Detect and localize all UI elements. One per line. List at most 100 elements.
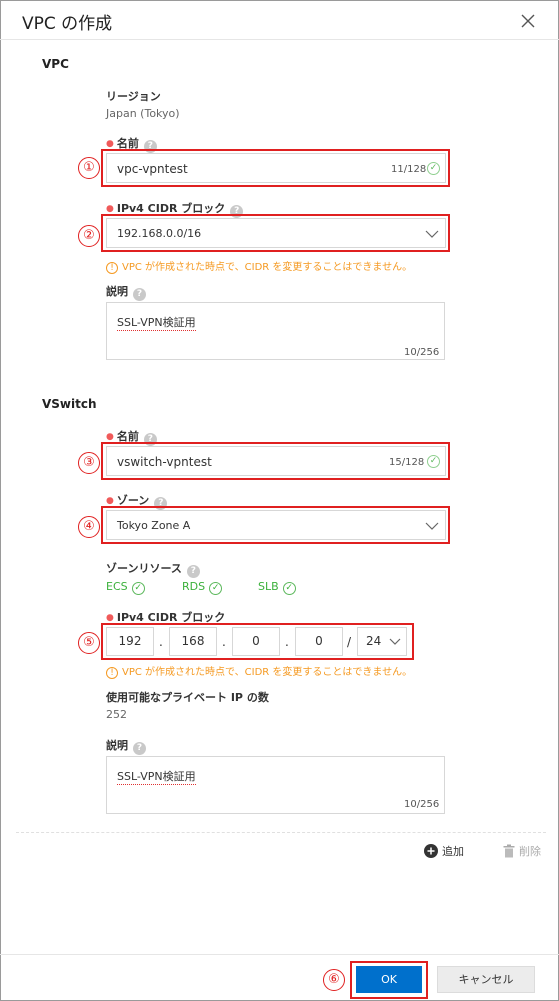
zone-label: ● ゾーン? [106, 492, 168, 510]
vswitch-name-value: vswitch-vpntest [117, 455, 212, 469]
cidr-octet-1-input[interactable]: 192 [106, 627, 154, 656]
vswitch-name-input[interactable]: vswitch-vpntest 15/128 ✓ [106, 446, 446, 476]
annotation-number-1: ① [78, 157, 100, 179]
zone-label-text: ゾーン [116, 494, 150, 507]
cidr-octet-2-input[interactable]: 168 [169, 627, 217, 656]
vpc-name-value: vpc-vpntest [117, 162, 188, 176]
warning-icon: ! [106, 667, 118, 679]
vpc-cidr-warning-text: VPC が作成された時点で、CIDR を変更することはできません。 [122, 262, 413, 273]
delete-button-label: 削除 [519, 845, 541, 858]
available-ip-value: 252 [106, 708, 127, 721]
vpc-name-count: 11/128 [391, 164, 427, 175]
cidr-octet-4-input[interactable]: 0 [295, 627, 343, 656]
vswitch-cidr-label: ● IPv4 CIDR ブロック [106, 609, 225, 625]
vswitch-name-count: 15/128 [389, 457, 425, 468]
vpc-cidr-value: 192.168.0.0/16 [117, 227, 202, 240]
zone-resources-label-text: ゾーンリソース [106, 562, 182, 575]
vswitch-cidr-warning: ! VPC が作成された時点で、CIDR を変更することはできません。 [106, 663, 412, 679]
check-circle-icon: ✓ [131, 582, 145, 595]
vpc-name-label: ● 名前? [106, 135, 157, 153]
cidr-mask-select[interactable]: 24 [357, 627, 407, 656]
vpc-desc-label-text: 説明 [106, 285, 128, 298]
vpc-cidr-label: ● IPv4 CIDR ブロック? [106, 200, 244, 218]
help-icon[interactable]: ? [133, 288, 146, 301]
zone-resource-slb-label: SLB [258, 580, 279, 593]
dialog-footer [0, 954, 559, 955]
add-button-label: 追加 [442, 845, 464, 858]
trash-icon [503, 844, 515, 858]
help-icon[interactable]: ? [143, 140, 157, 153]
vswitch-desc-count: 10/256 [404, 799, 440, 810]
vpc-section-title: VPC [42, 57, 69, 71]
vswitch-desc-label: 説明? [106, 737, 146, 755]
zone-resource-rds: RDS ✓ [182, 580, 223, 595]
dialog-title: VPC の作成 [22, 14, 113, 34]
cidr-mask-value: 24 [366, 634, 382, 648]
vpc-desc-value: SSL-VPN検証用 [117, 316, 196, 331]
vswitch-desc-value: SSL-VPN検証用 [117, 770, 196, 785]
required-marker: ● [106, 139, 114, 149]
annotation-number-2: ② [78, 225, 100, 247]
add-button[interactable]: 追加 [424, 843, 464, 859]
zone-resource-ecs-label: ECS [106, 580, 128, 593]
close-icon[interactable] [518, 11, 538, 31]
annotation-number-6: ⑥ [323, 969, 345, 991]
plus-circle-icon [424, 844, 438, 858]
vswitch-cidr-warning-text: VPC が作成された時点で、CIDR を変更することはできません。 [122, 667, 413, 678]
cidr-dot-2: . [222, 635, 226, 649]
vpc-cidr-label-text: IPv4 CIDR ブロック [116, 202, 226, 215]
zone-resource-slb: SLB ✓ [258, 580, 296, 595]
region-label: リージョン [106, 90, 161, 103]
vswitch-section-title: VSwitch [42, 397, 97, 411]
vswitch-name-label-text: 名前 [116, 430, 139, 443]
vpc-name-input[interactable]: vpc-vpntest 11/128 ✓ [106, 153, 446, 183]
check-circle-icon: ✓ [282, 582, 296, 595]
delete-button[interactable]: 削除 [503, 843, 541, 859]
required-marker: ● [106, 204, 114, 214]
region-value: Japan (Tokyo) [106, 107, 180, 120]
valid-check-icon: ✓ [427, 455, 440, 468]
zone-resource-rds-label: RDS [182, 580, 206, 593]
warning-icon: ! [106, 262, 118, 274]
required-marker: ● [106, 496, 114, 506]
annotation-number-3: ③ [78, 452, 100, 474]
cancel-button[interactable]: キャンセル [437, 966, 535, 993]
chevron-down-icon [425, 230, 439, 238]
chevron-down-icon [389, 638, 401, 645]
cidr-dot-3: . [285, 635, 289, 649]
cidr-dot-1: . [159, 635, 163, 649]
vpc-name-label-text: 名前 [116, 137, 139, 150]
vpc-cidr-warning: ! VPC が作成された時点で、CIDR を変更することはできません。 [106, 258, 412, 274]
check-circle-icon: ✓ [209, 582, 223, 595]
ok-button[interactable]: OK [356, 966, 422, 993]
vswitch-cidr-label-text: IPv4 CIDR ブロック [116, 611, 226, 624]
valid-check-icon: ✓ [427, 162, 440, 175]
help-icon[interactable]: ? [154, 497, 168, 510]
help-icon[interactable]: ? [230, 205, 244, 218]
available-ip-label: 使用可能なプライベート IP の数 [106, 691, 269, 704]
zone-select[interactable]: Tokyo Zone A [106, 510, 446, 540]
help-icon[interactable]: ? [133, 742, 146, 755]
vswitch-desc-textarea[interactable]: SSL-VPN検証用 10/256 [106, 756, 445, 814]
zone-value: Tokyo Zone A [117, 519, 191, 532]
annotation-number-5: ⑤ [78, 632, 100, 654]
vswitch-desc-label-text: 説明 [106, 739, 128, 752]
vswitch-name-label: ● 名前? [106, 428, 157, 446]
zone-resource-ecs: ECS ✓ [106, 580, 145, 595]
vpc-desc-label: 説明? [106, 283, 146, 301]
help-icon[interactable]: ? [186, 565, 200, 578]
zone-resources-label: ゾーンリソース? [106, 560, 200, 578]
required-marker: ● [106, 613, 114, 623]
chevron-down-icon [425, 522, 439, 530]
annotation-number-4: ④ [78, 516, 100, 538]
required-marker: ● [106, 432, 114, 442]
help-icon[interactable]: ? [143, 433, 157, 446]
dialog-frame [0, 0, 559, 1001]
cidr-slash: / [347, 635, 352, 649]
cidr-octet-3-input[interactable]: 0 [232, 627, 280, 656]
section-divider [16, 832, 546, 833]
vpc-cidr-select[interactable]: 192.168.0.0/16 [106, 218, 446, 248]
dialog-header: VPC の作成 [0, 0, 559, 40]
vpc-desc-count: 10/256 [404, 347, 440, 358]
vpc-desc-textarea[interactable]: SSL-VPN検証用 10/256 [106, 302, 445, 360]
